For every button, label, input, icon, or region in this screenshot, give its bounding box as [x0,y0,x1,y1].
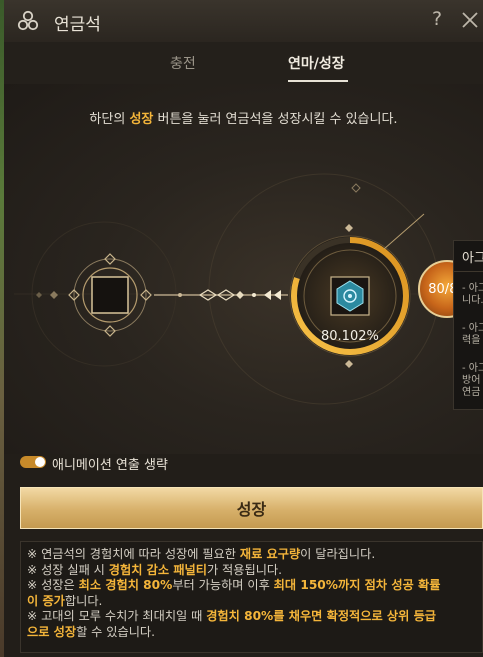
note-highlight: 최소 경험치 80% [78,578,173,593]
note-line: 으로 성장할 수 있습니다. [27,625,476,641]
tooltip-line: 연금 [462,387,481,398]
grow-button-label: 성장 [236,500,267,519]
toggle-knob [35,457,45,467]
tooltip-line: - 아그 [462,283,483,294]
note-text: 가 적용됩니다. [206,562,282,577]
note-line: 이 증가합니다. [27,594,476,610]
help-button[interactable]: ? [432,8,442,30]
tooltip-line: 방어 [462,375,481,386]
note-line: ※ 성장은 최소 경험치 80%부터 가능하며 이후 최대 150%까지 점차 … [27,578,476,594]
tab-charge[interactable]: 충전 [170,53,196,73]
title-bar: 연금석 ? [4,0,483,43]
note-highlight: 이 증가 [27,593,65,608]
tooltip-title: 아그 [462,251,483,266]
note-text: ※ 성장은 [27,578,79,593]
badge-connector [383,213,425,250]
note-text: 부터 가능하며 이후 [172,578,274,593]
triskelion-icon [17,10,39,31]
note-text: 할 수 있습니다. [76,624,155,639]
note-highlight: 경험치 감소 패널티 [108,562,207,577]
window-title: 연금석 [54,15,101,35]
note-highlight: 으로 성장 [27,624,77,639]
close-icon[interactable] [459,9,481,31]
tab-bar: 충전 연마/성장 [4,42,483,85]
note-highlight: 재료 요구량 [239,547,301,561]
connector-beam [154,289,288,301]
growth-description: 하단의 성장 버튼을 눌러 연금석을 성장시킬 수 있습니다. [89,112,398,127]
tooltip-line: 력을 [462,335,481,346]
note-text: 합니다. [64,593,103,608]
alchemy-stone-window: 연금석 ? 충전 연마/성장 하단의 성장 버튼을 눌러 연금석을 성장시킬 수… [4,0,483,657]
skip-animation-label: 애니메이션 연출 생략 [52,458,168,473]
note-text: ※ 성장 실패 시 [27,562,109,577]
note-text: ※ 연금석의 경험치에 따라 성장에 필요한 [27,547,240,561]
note-line: ※ 연금석의 경험치에 따라 성장에 필요한 재료 요구량이 달라집니다. [27,547,476,563]
tooltip-line: - 아그 [462,323,483,334]
tooltip-separator [454,271,483,272]
empty-slot-icon [36,253,152,337]
note-text: 이 달라집니다. [300,547,376,561]
gem-bottom-diamond [345,360,353,368]
gem-top-diamond [345,224,353,232]
decor-diamond [351,183,361,193]
tooltip-line: 니다. [462,295,483,306]
note-text: ※ 고대의 모루 수치가 최대치일 때 [27,609,207,624]
item-tooltip: 아그 - 아그 니다. - 아그 력을 - 아그 방어 연금 [453,240,483,410]
note-line: ※ 고대의 모루 수치가 최대치일 때 경험치 80%를 채우면 확정적으로 상… [27,609,476,625]
experience-percent: 80.102% [321,329,379,344]
skip-animation-toggle[interactable] [20,456,46,468]
note-highlight: 최대 150%까지 점차 성공 확률 [273,578,441,593]
tooltip-line: - 아그 [462,363,483,374]
grow-button[interactable]: 성장 [20,487,483,529]
growth-diagram [14,173,474,405]
alchemy-stone-icon [330,276,370,316]
growth-panel: 하단의 성장 버튼을 눌러 연금석을 성장시킬 수 있습니다. 80.102% … [4,84,483,454]
note-line: ※ 성장 실패 시 경험치 감소 패널티가 적용됩니다. [27,563,476,579]
description-highlight: 성장 [129,112,154,127]
tab-polish-growth[interactable]: 연마/성장 [288,53,345,73]
active-tab-indicator [288,80,348,82]
notes-box: ※ 연금석의 경험치에 따라 성장에 필요한 재료 요구량이 달라집니다. ※ 성… [20,541,483,653]
note-highlight: 경험치 80%를 채우면 확정적으로 상위 등급 [206,609,437,624]
